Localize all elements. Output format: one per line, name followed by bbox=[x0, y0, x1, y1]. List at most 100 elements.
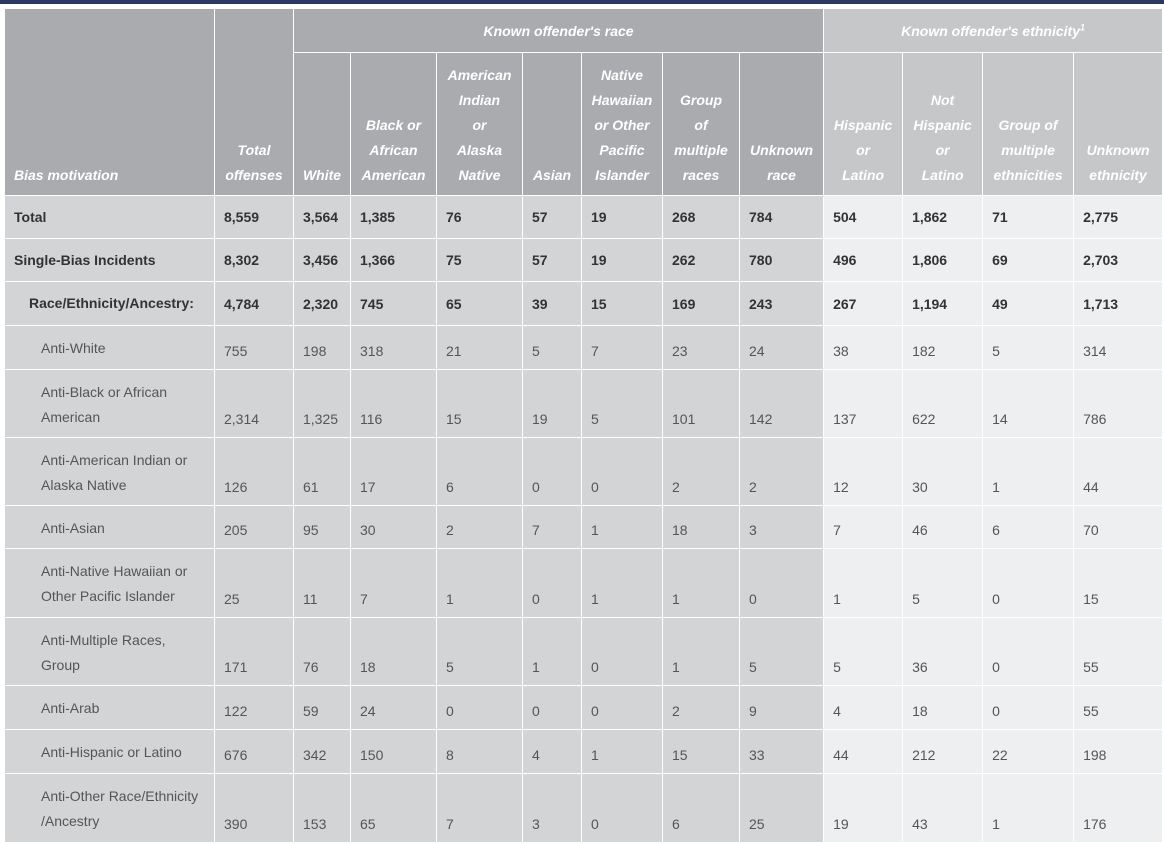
cell-value: 101 bbox=[662, 369, 740, 438]
cell-value: 7 bbox=[581, 325, 663, 370]
cell-value: 8,302 bbox=[214, 238, 294, 282]
cell-value: 342 bbox=[293, 729, 351, 774]
cell-value: 1 bbox=[982, 773, 1075, 843]
cell-value: 1,194 bbox=[902, 281, 984, 326]
cell-value: 0 bbox=[581, 617, 663, 686]
cell-value: 1 bbox=[823, 548, 904, 618]
cell-value: 153 bbox=[293, 773, 351, 843]
cell-value: 12 bbox=[823, 437, 904, 506]
cell-value: 2,703 bbox=[1073, 238, 1164, 282]
column-header-line: of bbox=[694, 117, 708, 133]
cell-value: 3 bbox=[738, 505, 825, 549]
column-header: Not Hispanic or Latino bbox=[902, 52, 984, 196]
table-row: Anti-American Indian or Alaska Native 126 6… bbox=[4, 437, 1164, 506]
column-header-line: Unknown bbox=[1086, 142, 1150, 158]
cell-value: 44 bbox=[823, 729, 904, 774]
cell-value: 75 bbox=[436, 238, 523, 282]
cell-value: 25 bbox=[214, 548, 294, 618]
row-label-line: /Ancestry bbox=[41, 813, 100, 829]
row-label-line: Anti-White bbox=[41, 340, 106, 356]
row-label: Anti-Hispanic or Latino bbox=[4, 729, 215, 774]
column-header-line: Black or bbox=[365, 117, 422, 133]
cell-value: 11 bbox=[293, 548, 351, 618]
cell-value: 5 bbox=[738, 617, 825, 686]
cell-value: 1,806 bbox=[902, 238, 984, 282]
column-header-line: Asian bbox=[532, 167, 572, 183]
cell-value: 57 bbox=[522, 238, 582, 282]
cell-value: 46 bbox=[902, 505, 984, 549]
row-label-line: Total bbox=[14, 208, 47, 225]
cell-value: 496 bbox=[823, 238, 904, 282]
column-header-line: multiple bbox=[674, 142, 728, 158]
cell-value: 1,385 bbox=[350, 195, 437, 239]
cell-value: 4 bbox=[823, 685, 904, 730]
cell-value: 784 bbox=[738, 195, 825, 239]
cell-value: 0 bbox=[581, 437, 663, 506]
row-label-line: Anti-Other Race/Ethnicity bbox=[41, 788, 199, 804]
cell-value: 0 bbox=[982, 548, 1075, 618]
cell-value: 18 bbox=[350, 617, 437, 686]
cell-value: 2,314 bbox=[214, 369, 294, 438]
column-header-line: Latino bbox=[921, 167, 964, 183]
column-header-line: Alaska bbox=[456, 142, 503, 158]
row-label: Anti-Multiple Races, Group bbox=[4, 617, 215, 686]
cell-value: 2 bbox=[662, 685, 740, 730]
group-header-label: Known offender's race bbox=[483, 22, 634, 39]
cell-value: 2 bbox=[662, 437, 740, 506]
cell-value: 25 bbox=[738, 773, 825, 843]
column-header-line: ethnicities bbox=[993, 167, 1063, 183]
cell-value: 137 bbox=[823, 369, 904, 438]
cell-value: 23 bbox=[662, 325, 740, 370]
column-header: Total offenses bbox=[214, 8, 294, 196]
cell-value: 59 bbox=[293, 685, 351, 730]
cell-value: 76 bbox=[293, 617, 351, 686]
row-label-line: Single-Bias Incidents bbox=[14, 251, 156, 268]
cell-value: 0 bbox=[522, 548, 582, 618]
cell-value: 314 bbox=[1073, 325, 1164, 370]
column-header-line: Not bbox=[930, 92, 955, 108]
group-header-label: Known offender's ethnicity bbox=[901, 22, 1080, 39]
row-label: Single-Bias Incidents bbox=[4, 238, 215, 282]
cell-value: 76 bbox=[436, 195, 523, 239]
row-label-line: American bbox=[41, 409, 101, 425]
cell-value: 2 bbox=[738, 437, 825, 506]
row-label: Anti-Arab bbox=[4, 685, 215, 730]
column-header-line: Total bbox=[237, 142, 271, 158]
column-header-line: or bbox=[856, 142, 871, 158]
column-header-line: Hispanic bbox=[833, 117, 893, 133]
column-header: Black or African American bbox=[350, 52, 437, 196]
cell-value: 61 bbox=[293, 437, 351, 506]
cell-value: 55 bbox=[1073, 617, 1164, 686]
cell-value: 780 bbox=[738, 238, 825, 282]
cell-value: 9 bbox=[738, 685, 825, 730]
cell-value: 21 bbox=[436, 325, 523, 370]
row-label-line: Alaska Native bbox=[41, 477, 127, 493]
cell-value: 44 bbox=[1073, 437, 1164, 506]
row-label-line: Anti-American Indian or bbox=[41, 452, 188, 468]
table-row: Anti-Arab 122 59 24 0 0 0 2 9 4 18 0 55 bbox=[4, 685, 1164, 730]
column-header-line: American bbox=[447, 67, 512, 83]
cell-value: 30 bbox=[902, 437, 984, 506]
row-label-line: Anti-Black or African bbox=[41, 384, 168, 400]
column-header: White bbox=[293, 52, 351, 196]
column-header: Bias motivation bbox=[4, 8, 215, 196]
cell-value: 5 bbox=[982, 325, 1075, 370]
cell-value: 0 bbox=[522, 437, 582, 506]
cell-value: 4,784 bbox=[214, 281, 294, 326]
cell-value: 0 bbox=[738, 548, 825, 618]
cell-value: 95 bbox=[293, 505, 351, 549]
column-header: Group of multiple races bbox=[662, 52, 740, 196]
cell-value: 7 bbox=[823, 505, 904, 549]
cell-value: 3,456 bbox=[293, 238, 351, 282]
cell-value: 243 bbox=[738, 281, 825, 326]
hate-crime-offender-table: Bias motivation Total offenses Known offe… bbox=[4, 8, 1164, 843]
cell-value: 39 bbox=[522, 281, 582, 326]
cell-value: 786 bbox=[1073, 369, 1164, 438]
cell-value: 7 bbox=[350, 548, 437, 618]
row-label: Race/Ethnicity/Ancestry: bbox=[4, 281, 215, 326]
table-body: Total 8,559 3,564 1,385 76 57 19 268 784 504 1,862… bbox=[4, 195, 1164, 843]
cell-value: 1,713 bbox=[1073, 281, 1164, 326]
cell-value: 33 bbox=[738, 729, 825, 774]
table-row: Single-Bias Incidents 8,302 3,456 1,366 75 57… bbox=[4, 238, 1164, 282]
cell-value: 5 bbox=[902, 548, 984, 618]
